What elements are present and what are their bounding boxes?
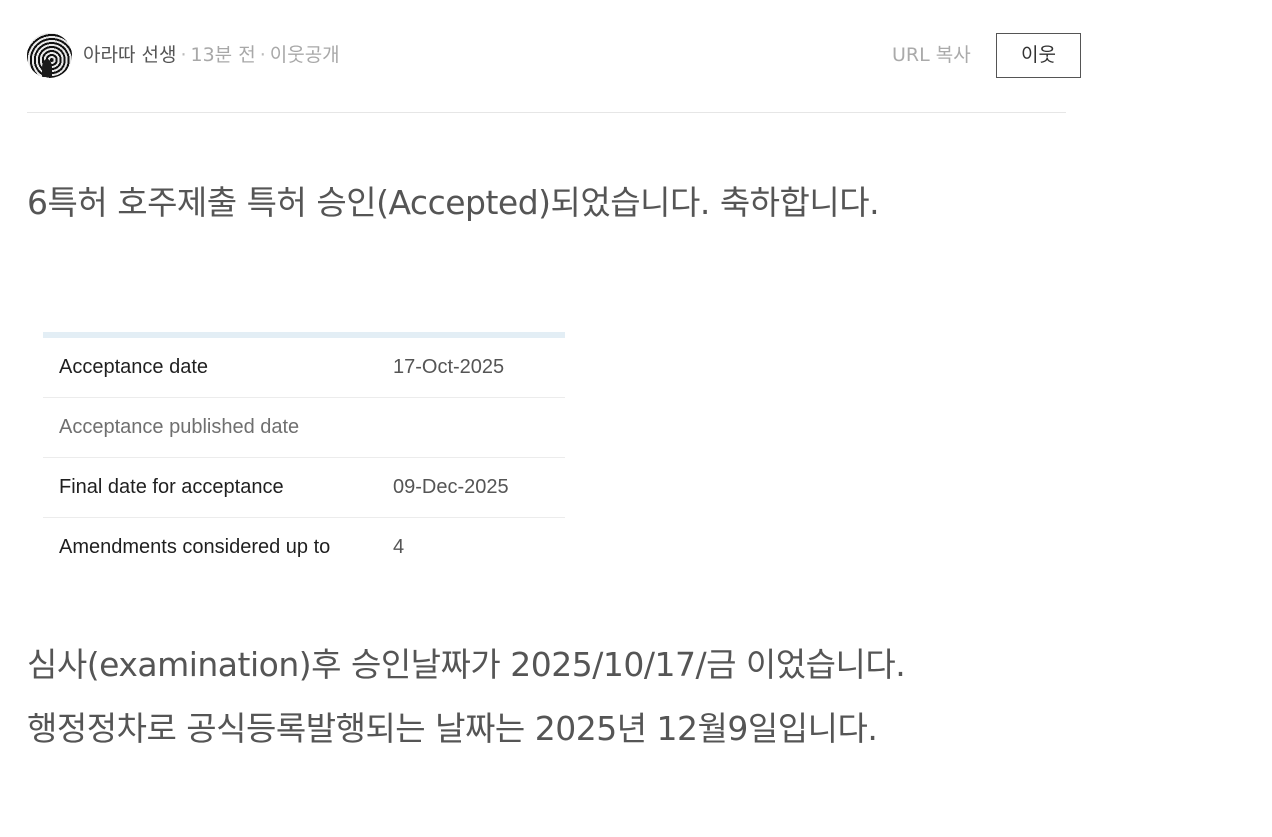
row-value: 4 [393, 536, 405, 558]
separator-dot: · [180, 44, 187, 66]
author-avatar[interactable] [27, 33, 72, 78]
table-row: Acceptance published date [43, 398, 565, 458]
row-label: Amendments considered up to [59, 536, 331, 558]
post-time: 13분 전 [190, 44, 256, 66]
patent-status-table-image: Acceptance date 17-Oct-2025 Acceptance p… [43, 332, 565, 577]
row-value: 09-Dec-2025 [393, 476, 509, 498]
post-header: 아라따 선생 · 13분 전 · 이웃공개 URL 복사 이웃 [27, 32, 1081, 78]
table-row: Acceptance date 17-Oct-2025 [43, 338, 565, 398]
add-neighbor-button[interactable]: 이웃 [996, 33, 1081, 78]
url-copy-button[interactable]: URL 복사 [892, 43, 971, 67]
header-divider [27, 112, 1066, 113]
table-row: Amendments considered up to 4 [43, 518, 565, 577]
visibility-label: 이웃공개 [269, 44, 340, 66]
row-value: 17-Oct-2025 [393, 356, 505, 378]
row-label: Final date for acceptance [59, 476, 284, 498]
post-body: 심사(examination)후 승인날짜가 2025/10/17/금 이었습니… [27, 633, 906, 761]
row-label: Acceptance date [59, 356, 208, 378]
table-row: Final date for acceptance 09-Dec-2025 [43, 458, 565, 518]
row-label: Acceptance published date [59, 416, 300, 438]
blog-post-page: 아라따 선생 · 13분 전 · 이웃공개 URL 복사 이웃 6특허 호주제출 특허 … [0, 0, 1272, 837]
body-line: 심사(examination)후 승인날짜가 2025/10/17/금 이었습니… [27, 645, 906, 684]
post-headline: 6특허 호주제출 특허 승인(Accepted)되었습니다. 축하합니다. [27, 183, 880, 222]
author-name[interactable]: 아라따 선생 [83, 44, 176, 66]
body-line: 행정정차로 공식등록발행되는 날짜는 2025년 12월9일입니다. [27, 709, 878, 748]
post-meta: 아라따 선생 · 13분 전 · 이웃공개 [83, 43, 340, 67]
separator-dot: · [259, 44, 266, 66]
